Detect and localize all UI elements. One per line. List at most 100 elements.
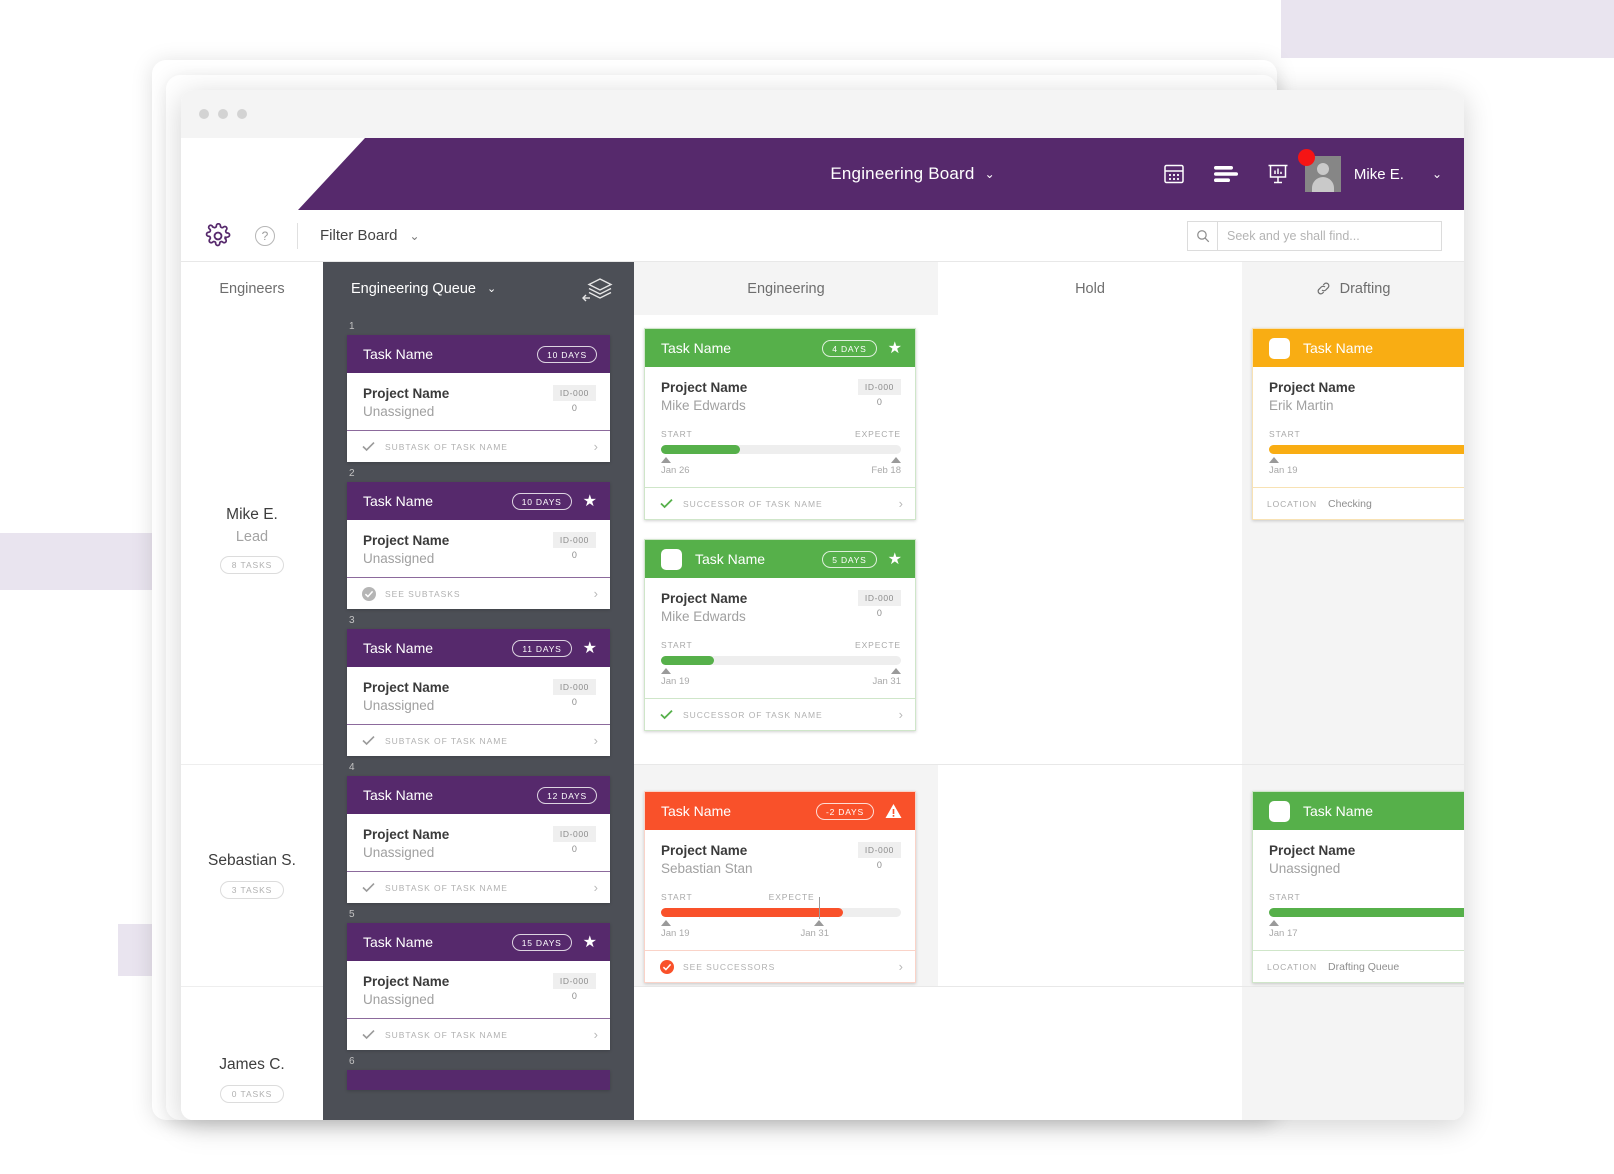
chevron-right-icon[interactable]: › [594, 586, 598, 601]
task-card-footer[interactable]: SUBTASK OF TASK NAME › [347, 871, 610, 903]
chevron-right-icon[interactable]: › [899, 496, 903, 511]
task-footer-label: SUBTASK OF TASK NAME [385, 1029, 508, 1040]
window-titlebar [181, 90, 1464, 138]
window-minimize-dot[interactable] [218, 109, 228, 119]
timeline-start-date: Jan 19 [661, 928, 690, 939]
start-marker-icon [661, 920, 671, 926]
task-card[interactable]: Task Name -2 DAYS Project Name Sebastian… [644, 791, 916, 983]
task-card[interactable] [347, 1070, 610, 1090]
chevron-right-icon[interactable]: › [594, 880, 598, 895]
column-chevron-down-icon[interactable]: ⌄ [487, 282, 496, 295]
task-card-body: Project Name Unassigned ID-000 0 [347, 520, 610, 577]
lane-hold-3[interactable] [938, 987, 1242, 1120]
engineer-role: Lead [235, 528, 269, 545]
task-id-box: ID-000 0 [857, 842, 901, 870]
task-card[interactable]: Task Name Project Name Unassigned START [1252, 791, 1464, 983]
lane-engineering-2[interactable]: Task Name -2 DAYS Project Name Sebastian… [634, 765, 938, 987]
task-card-footer[interactable]: SUBTASK OF TASK NAME › [347, 724, 610, 756]
collapse-stack-icon[interactable] [580, 276, 614, 310]
task-checkbox[interactable] [1269, 800, 1290, 822]
star-icon[interactable]: ★ [888, 338, 902, 358]
gear-icon[interactable] [205, 222, 231, 249]
lane-engineering-3[interactable] [634, 987, 938, 1120]
lane-engineering-1[interactable]: Task Name 4 DAYS ★ Project Name Mike Edw… [634, 315, 938, 765]
window-maximize-dot[interactable] [237, 109, 247, 119]
task-card-footer[interactable]: SEE SUCCESSORS › [645, 950, 915, 982]
check-icon [659, 498, 674, 509]
star-icon[interactable]: ★ [583, 638, 597, 658]
task-card[interactable]: Task Name 15 DAYS ★ Project Name Unassig… [347, 923, 610, 1050]
task-title: Task Name [363, 346, 434, 362]
task-id-box: ID-000 0 [552, 679, 596, 707]
lane-drafting-1[interactable]: Task Name Project Name Erik Martin START [1242, 315, 1464, 765]
chevron-right-icon[interactable]: › [899, 707, 903, 722]
task-id: ID-000 [857, 590, 901, 606]
task-card-footer[interactable]: SUCCESSOR OF TASK NAME › [645, 698, 915, 730]
task-card[interactable]: Task Name 4 DAYS ★ Project Name Mike Edw… [644, 328, 916, 520]
task-card-body: Project Name Mike Edwards ID-000 0 START [645, 578, 915, 698]
task-card-footer[interactable]: SUBTASK OF TASK NAME › [347, 1018, 610, 1050]
chevron-right-icon[interactable]: › [594, 1027, 598, 1042]
lane-drafting-2[interactable]: Task Name Project Name Unassigned START [1242, 765, 1464, 987]
chevron-right-icon[interactable]: › [594, 733, 598, 748]
task-checkbox[interactable] [1269, 337, 1290, 359]
task-card[interactable]: Task Name 10 DAYS ★ Project Name Unassig… [347, 482, 610, 609]
lane-drafting-3[interactable] [1242, 987, 1464, 1120]
user-menu-chevron-down-icon[interactable]: ⌄ [1432, 167, 1442, 181]
help-icon[interactable]: ? [255, 225, 275, 246]
progress-bar-fill [1269, 445, 1464, 454]
list-view-icon[interactable] [1213, 161, 1239, 187]
check-icon [361, 882, 376, 893]
search-box[interactable] [1187, 220, 1442, 251]
task-title: Task Name [661, 803, 732, 819]
decor-block-top-right [1281, 0, 1614, 58]
lane-hold-2[interactable] [938, 765, 1242, 987]
task-id-box: ID-000 0 [857, 379, 901, 407]
task-id: ID-000 [552, 679, 596, 695]
task-card[interactable]: Task Name 5 DAYS ★ Project Name Mike Edw… [644, 539, 916, 731]
timeline-markers [661, 668, 901, 674]
engineer-row[interactable]: Mike E. Lead 8 TASKS [181, 315, 323, 765]
user-name: Mike E. [1353, 165, 1404, 183]
avatar-wrapper[interactable] [1297, 149, 1341, 192]
task-card-footer[interactable]: SUBTASK OF TASK NAME › [347, 430, 610, 462]
task-card[interactable]: Task Name 10 DAYS Project Name Unassigne… [347, 335, 610, 462]
task-card-body: Project Name Unassigned ID-000 0 [347, 961, 610, 1018]
task-card-footer[interactable]: SEE SUBTASKS › [347, 577, 610, 609]
timeline-end-label: EXPECTE [768, 892, 815, 902]
search-input[interactable] [1218, 228, 1441, 243]
presentation-chart-icon[interactable] [1265, 161, 1291, 187]
task-id: ID-000 [552, 973, 596, 989]
engineer-row[interactable]: Sebastian S. 3 TASKS [181, 765, 323, 987]
column-header-engineering-queue[interactable]: Engineering Queue ⌄ [323, 262, 634, 315]
window-close-dot[interactable] [199, 109, 209, 119]
task-card[interactable]: Task Name 12 DAYS Project Name Unassigne… [347, 776, 610, 903]
task-card-header: Task Name 4 DAYS ★ [645, 329, 915, 367]
star-icon[interactable]: ★ [583, 491, 597, 511]
task-card-footer[interactable]: LOCATION Checking [1253, 487, 1464, 519]
toolbar: ? Filter Board ⌄ [181, 210, 1464, 262]
chevron-right-icon[interactable]: › [899, 959, 903, 974]
chevron-right-icon[interactable]: › [594, 439, 598, 454]
header-icon-group [1161, 161, 1291, 187]
calendar-icon[interactable] [1161, 161, 1187, 187]
filter-chevron-down-icon[interactable]: ⌄ [410, 229, 420, 243]
lane-hold-1[interactable] [938, 315, 1242, 765]
task-id: ID-000 [857, 379, 901, 395]
progress-bar-fill [661, 656, 714, 665]
star-icon[interactable]: ★ [583, 932, 597, 952]
toolbar-divider [297, 222, 298, 249]
task-card-footer[interactable]: SUCCESSOR OF TASK NAME › [645, 487, 915, 519]
task-card-header: Task Name 12 DAYS [347, 776, 610, 814]
task-card[interactable]: Task Name 11 DAYS ★ Project Name Unassig… [347, 629, 610, 756]
task-checkbox[interactable] [661, 548, 682, 570]
star-icon[interactable]: ★ [888, 549, 902, 569]
task-card-footer[interactable]: LOCATION Drafting Queue [1253, 950, 1464, 982]
filter-board-button[interactable]: Filter Board [320, 227, 398, 244]
task-card-header: Task Name 10 DAYS ★ [347, 482, 610, 520]
task-footer-label: SUBTASK OF TASK NAME [385, 441, 508, 452]
column-header-engineers: Engineers [219, 280, 285, 297]
timeline-start-date: Jan 19 [661, 676, 690, 687]
engineer-row[interactable]: James C. 0 TASKS [181, 987, 323, 1120]
task-card[interactable]: Task Name Project Name Erik Martin START [1252, 328, 1464, 520]
